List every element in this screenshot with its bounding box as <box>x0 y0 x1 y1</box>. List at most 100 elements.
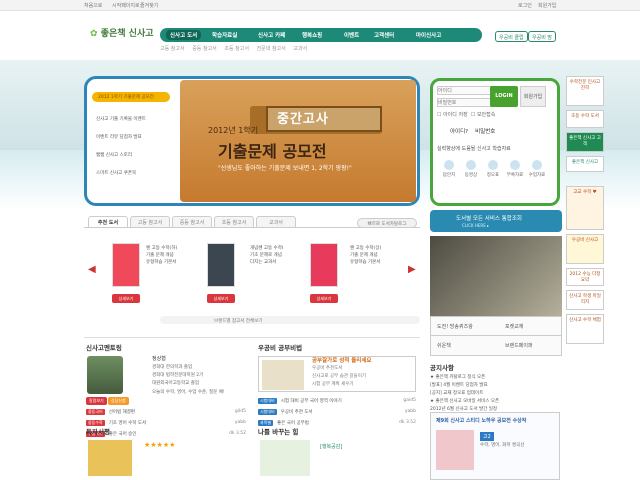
banner-menu-item[interactable]: 스마트 신사고 쿠폰북 <box>96 170 136 176</box>
catalog-button[interactable]: 빠르로 도서카탈로그 <box>357 218 417 228</box>
side-banner[interactable]: 신사고 학생 마일리지 <box>566 290 604 310</box>
study-title[interactable]: 공부잘가로 성적 올리세요 <box>312 356 372 364</box>
side-banner[interactable]: 수학전문 민사고 진학 <box>566 76 604 106</box>
site-logo[interactable]: ✿ 좋은책 신사고 <box>90 26 154 39</box>
save-id-checkbox[interactable]: ☐ <box>437 112 441 118</box>
nav-item-event[interactable]: 이벤트 <box>344 31 359 39</box>
subnav-middle[interactable]: 중등 참고서 <box>192 46 217 52</box>
study-row[interactable]: 시험대비 우공비 추천 도서 yabb <box>258 409 416 415</box>
video-item[interactable]: 동영상 <box>462 160 480 178</box>
find-password-link[interactable]: 비밀번호 <box>475 129 495 135</box>
share-image[interactable] <box>260 440 310 476</box>
teacher-row[interactable]: 중등국어 선어법 해결편 gild5 <box>86 409 246 415</box>
row-text: 시험 대비 공부 국어 영역 이야기 <box>280 399 342 404</box>
bookmark-link[interactable]: 즐겨찾기 <box>140 2 158 9</box>
teacher-name[interactable]: 정상협 <box>152 355 166 362</box>
teacher-photo[interactable] <box>87 356 123 394</box>
side-banner[interactable]: 좋은책 신사고 <box>566 156 604 172</box>
join-link[interactable]: 회원가입 <box>538 2 556 9</box>
tab-recommended[interactable]: 추천 도서 <box>88 216 128 227</box>
nav-item-books[interactable]: 신사고 도서 <box>166 30 202 40</box>
book-title[interactable]: 쎈 고등 수학(하) <box>146 245 198 252</box>
sub-nav: 고등 참고서 중등 참고서 초등 참고서 전문대 참고서 교과서 <box>160 45 313 52</box>
study-row[interactable]: 시험대비 시험 대비 공부 국어 영역 이야기 gaid5 <box>258 398 416 404</box>
detail-button[interactable]: 상세보기 <box>112 294 140 303</box>
subnav-college[interactable]: 전문대 참고서 <box>257 46 286 52</box>
teacher-heading[interactable]: 신사고멘토링 <box>86 342 122 352</box>
banner-menu-active[interactable]: 2012 1학기 기출문제 공모전 <box>92 92 170 102</box>
mom-button[interactable]: 우공비 맘 <box>528 31 556 42</box>
side-banner[interactable]: 초등 수학 도서 <box>566 110 604 128</box>
book-title[interactable]: 개념쎈 고등 수학I <box>250 245 302 252</box>
book-cover[interactable] <box>310 243 338 287</box>
banner-menu-item[interactable]: 이벤트 리뷰 당첨자 발표 <box>96 134 142 140</box>
easy-book-link[interactable]: 쉬운책 <box>437 342 451 349</box>
book-cover[interactable] <box>207 243 235 287</box>
review-book-image[interactable] <box>88 440 132 476</box>
side-banner[interactable]: 우공비 신사고 <box>566 234 604 264</box>
notice-item[interactable]: ★ 좋은책 카탈로그 정식 오픈 <box>430 374 560 380</box>
reader-review-heading[interactable]: 독자서평 <box>86 426 110 436</box>
secure-checkbox[interactable]: ☐ <box>471 112 475 118</box>
pocket-link[interactable]: 포켓교재 <box>505 323 523 330</box>
login-link[interactable]: 로그인 <box>518 2 532 9</box>
join-button[interactable]: 회원가입 <box>520 86 546 107</box>
video-player[interactable] <box>430 236 562 316</box>
appendix-item[interactable]: 부록자료 <box>506 160 524 178</box>
side-banner[interactable]: 좋은책 신사고 고객 <box>566 132 604 152</box>
login-button[interactable]: LOGIN <box>490 86 518 107</box>
tab-high[interactable]: 고등 참고서 <box>130 216 170 227</box>
detail-button[interactable]: 상세보기 <box>310 294 338 303</box>
nav-item-mypage[interactable]: 마이신사고 <box>416 31 441 39</box>
next-arrow-icon[interactable]: ▶ <box>408 264 416 275</box>
side-banner[interactable]: 신사고 수학 체험 <box>566 314 604 344</box>
prev-arrow-icon[interactable]: ◀ <box>88 264 96 275</box>
side-banner[interactable]: 고교 수학 ♥ <box>566 186 604 230</box>
subnav-textbook[interactable]: 교과서 <box>293 46 307 52</box>
notice-item[interactable]: ★ 좋은책 신사고 모바일 서비스 오픈 <box>430 398 560 404</box>
club-button[interactable]: 우공비 클럽 <box>495 31 528 42</box>
study-heading[interactable]: 우공비 공부비법 <box>258 342 302 352</box>
row-meta: yabb <box>234 420 246 425</box>
tab-elementary[interactable]: 초등 참고서 <box>214 216 254 227</box>
row-meta: dk 3.52 <box>229 431 246 436</box>
subnav-elementary[interactable]: 초등 참고서 <box>224 46 249 52</box>
login-help-text: 실력향상에 도움될 신사고 학습자료 <box>437 146 511 152</box>
video-icon <box>466 160 476 170</box>
set-homepage-link[interactable]: 시작페이지로 <box>112 2 140 9</box>
share-heading[interactable]: 나를 바꾸는 힘 <box>258 426 298 436</box>
errata-icon <box>488 160 498 170</box>
subnav-high[interactable]: 고등 참고서 <box>160 46 185 52</box>
quiz-link[interactable]: 도전! 방송퀴즈왕 <box>437 323 473 330</box>
book-cover[interactable] <box>112 243 140 287</box>
banner-subtitle: 2012년 1학기 <box>208 126 259 135</box>
nav-item-support[interactable]: 고객센터 <box>374 31 394 39</box>
tab-middle[interactable]: 중등 참고서 <box>172 216 212 227</box>
tab-textbook[interactable]: 교과서 <box>256 216 296 227</box>
banner-menu-item[interactable]: 쌤쌤 신사고 스토리 <box>96 152 132 158</box>
teacher-row[interactable]: 수능국어 좋은 국어 승인 dk 3.52 <box>86 431 246 437</box>
video-links-2: 쉬운책 브랜드페이퍼 <box>430 336 562 356</box>
book-title[interactable]: 쎈 고등 수학(상) <box>350 245 402 252</box>
answer-sheet-item[interactable]: 답안지 <box>440 160 458 178</box>
teacher-row[interactable]: 중등수학 기초 영어 수학 도서 yabb <box>86 420 246 426</box>
notice-item[interactable]: [공지] 교재 정오표 업데이트 <box>430 390 560 396</box>
notice-item[interactable]: [발표] 4월 이벤트 당첨자 발표 <box>430 382 560 388</box>
nav-item-materials[interactable]: 학습자료실 <box>212 31 237 39</box>
nav-item-shopping[interactable]: 행복쇼핑 <box>302 31 322 39</box>
class-material-item[interactable]: 수업자료 <box>528 160 546 178</box>
main-nav: 신사고 도서 학습자료실 신사고 카페 행복쇼핑 이벤트 고객센터 마이신사고 <box>160 28 482 42</box>
errata-item[interactable]: 정오표 <box>484 160 502 178</box>
consult-button[interactable]: 상담신청 <box>108 397 129 405</box>
nav-item-cafe[interactable]: 신사고 카페 <box>258 31 285 39</box>
banner-menu-item[interactable]: 신사고 기출 기록물 이벤트 <box>96 116 146 122</box>
side-banner[interactable]: 2012 수능 다정 요약 <box>566 268 604 286</box>
notice-heading[interactable]: 공지사항 <box>430 362 454 372</box>
column-button[interactable]: 칼럼보기 <box>86 397 107 405</box>
brand-paper-link[interactable]: 브랜드페이퍼 <box>505 342 533 349</box>
share-item[interactable]: [행복공감] <box>320 443 342 450</box>
home-link[interactable]: 처음으로 <box>84 2 102 9</box>
detail-button[interactable]: 상세보기 <box>207 294 235 303</box>
more-books-link[interactable]: 브랜드별 참고서 전체보기 <box>214 318 262 324</box>
find-id-link[interactable]: 아이디? <box>450 129 468 135</box>
